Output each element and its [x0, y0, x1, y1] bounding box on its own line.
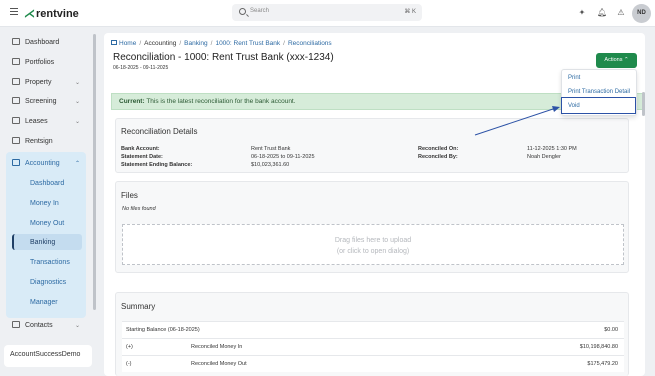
annotation-arrow	[474, 106, 560, 136]
